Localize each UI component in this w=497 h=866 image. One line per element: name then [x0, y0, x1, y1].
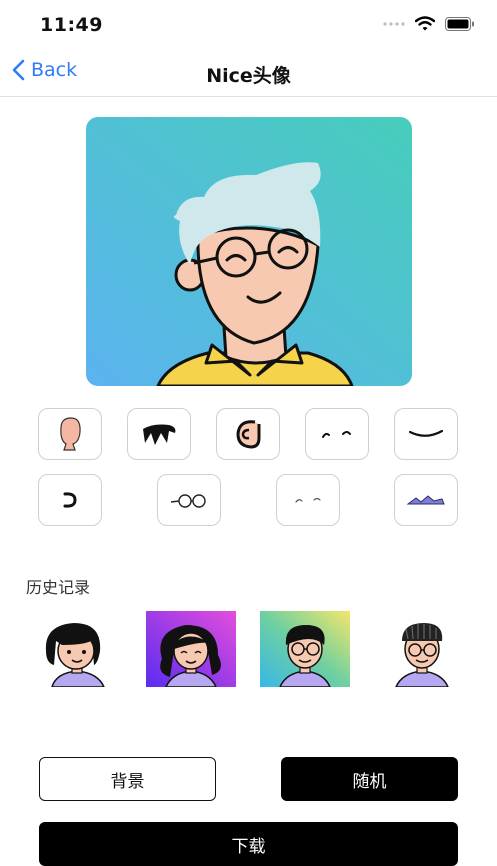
- part-face-button[interactable]: [38, 408, 102, 460]
- signal-dots-icon: [383, 21, 405, 26]
- avatar-girl-purple-bg: [146, 611, 236, 687]
- part-eye-detail-button[interactable]: [276, 474, 340, 526]
- mouth-icon: [408, 429, 444, 437]
- history-item-4[interactable]: [382, 611, 472, 687]
- wifi-icon: [415, 16, 435, 31]
- history-item-3[interactable]: [260, 611, 350, 687]
- ear-icon: [236, 420, 261, 449]
- battery-icon: [445, 16, 474, 31]
- face-icon: [60, 417, 81, 451]
- part-glasses-button[interactable]: [157, 474, 221, 526]
- part-mouth-button[interactable]: [394, 408, 458, 460]
- status-icons: [383, 16, 475, 31]
- navigation-bar: Back Nice头像: [0, 50, 497, 97]
- eye-detail-icon: [295, 497, 321, 503]
- nose-icon: [63, 492, 77, 508]
- history-item-1[interactable]: [32, 611, 122, 687]
- background-button[interactable]: 背景: [39, 757, 216, 801]
- part-nose-button[interactable]: [38, 474, 102, 526]
- avatar-boy-beanie-white-bg: [382, 611, 472, 687]
- hat-icon: [406, 495, 445, 505]
- eyebrows-icon: [143, 424, 176, 445]
- eyes-icon: [322, 431, 351, 438]
- status-time: 11:49: [40, 14, 103, 36]
- avatar-preview: [86, 117, 412, 386]
- part-hat-button[interactable]: [394, 474, 458, 526]
- part-eyes-button[interactable]: [305, 408, 369, 460]
- avatar-boy-gradient-bg: [260, 611, 350, 687]
- download-button[interactable]: 下载: [39, 822, 458, 866]
- part-ear-button[interactable]: [216, 408, 280, 460]
- status-bar: 11:49: [0, 0, 497, 50]
- avatar-girl-white-bg: [32, 611, 122, 687]
- page-title: Nice头像: [206, 65, 291, 87]
- glasses-icon: [170, 494, 206, 508]
- history-label: 历史记录: [26, 578, 91, 597]
- random-button[interactable]: 随机: [281, 757, 458, 801]
- history-item-2[interactable]: [146, 611, 236, 687]
- part-eyebrows-button[interactable]: [127, 408, 191, 460]
